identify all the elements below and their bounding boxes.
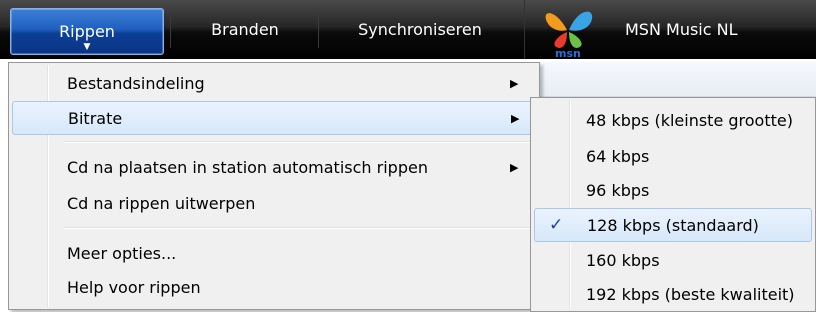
menu-item-label: 192 kbps (beste kwaliteit) xyxy=(586,284,795,304)
tab-divider xyxy=(170,10,171,48)
tab-synchroniseren[interactable]: Synchroniseren xyxy=(320,0,520,59)
tab-label: MSN Music NL xyxy=(625,20,738,39)
checkmark-icon: ✓ xyxy=(549,215,564,235)
menu-item-label: Bestandsindeling xyxy=(67,73,205,93)
menu-item-more-options[interactable]: Meer opties... xyxy=(12,237,536,269)
tab-label: Branden xyxy=(211,20,279,39)
bitrate-option-64[interactable]: 64 kbps xyxy=(534,140,812,172)
menu-item-eject-after-rip[interactable]: Cd na rippen uitwerpen xyxy=(12,187,536,219)
bitrate-option-48[interactable]: 48 kbps (kleinste grootte) xyxy=(534,104,812,136)
menu-item-label: 160 kbps xyxy=(586,250,660,270)
menu-item-label: Meer opties... xyxy=(67,243,177,263)
menu-item-bitrate[interactable]: Bitrate ▶ xyxy=(12,101,536,135)
bitrate-option-128[interactable]: ✓ 128 kbps (standaard) xyxy=(534,208,812,242)
menu-item-label: 48 kbps (kleinste grootte) xyxy=(586,110,793,130)
tab-divider xyxy=(318,10,319,48)
msn-butterfly-logo: msn xyxy=(545,11,593,59)
bitrate-option-192[interactable]: 192 kbps (beste kwaliteit) xyxy=(534,278,812,310)
tab-branden[interactable]: Branden xyxy=(175,0,315,59)
menu-item-label: Bitrate xyxy=(68,108,123,128)
menu-item-label: Cd na plaatsen in station automatisch ri… xyxy=(67,157,428,177)
menu-item-bestandsindeling[interactable]: Bestandsindeling ▶ xyxy=(12,67,536,99)
toolbar-strip xyxy=(536,62,816,97)
top-tab-bar: Rippen ▼ Branden Synchroniseren msn MSN … xyxy=(0,0,816,59)
menu-separator xyxy=(64,141,535,143)
menu-item-help-ripping[interactable]: Help voor rippen xyxy=(12,271,536,303)
menu-item-label: 64 kbps xyxy=(586,146,650,166)
submenu-arrow-icon: ▶ xyxy=(511,111,520,125)
chevron-down-icon: ▼ xyxy=(83,42,91,52)
tab-label: Rippen xyxy=(59,22,115,41)
rippen-menu: Bestandsindeling ▶ Bitrate ▶ Cd na plaat… xyxy=(8,62,540,310)
msn-logo-text: msn xyxy=(555,47,581,59)
menu-item-label: 96 kbps xyxy=(586,180,650,200)
tab-msn-music[interactable]: msn MSN Music NL xyxy=(524,0,816,59)
menu-item-auto-rip[interactable]: Cd na plaatsen in station automatisch ri… xyxy=(12,151,536,183)
menu-separator xyxy=(64,227,535,229)
tab-rippen[interactable]: Rippen ▼ xyxy=(10,8,164,55)
menu-item-label: 128 kbps (standaard) xyxy=(587,215,759,235)
bitrate-option-96[interactable]: 96 kbps xyxy=(534,174,812,206)
bitrate-option-160[interactable]: 160 kbps xyxy=(534,244,812,276)
menu-item-label: Help voor rippen xyxy=(67,277,201,297)
tab-label: Synchroniseren xyxy=(358,20,482,39)
submenu-arrow-icon: ▶ xyxy=(510,76,519,90)
bitrate-submenu: 48 kbps (kleinste grootte) 64 kbps 96 kb… xyxy=(530,97,816,312)
submenu-arrow-icon: ▶ xyxy=(510,160,519,174)
menu-item-label: Cd na rippen uitwerpen xyxy=(67,193,256,213)
